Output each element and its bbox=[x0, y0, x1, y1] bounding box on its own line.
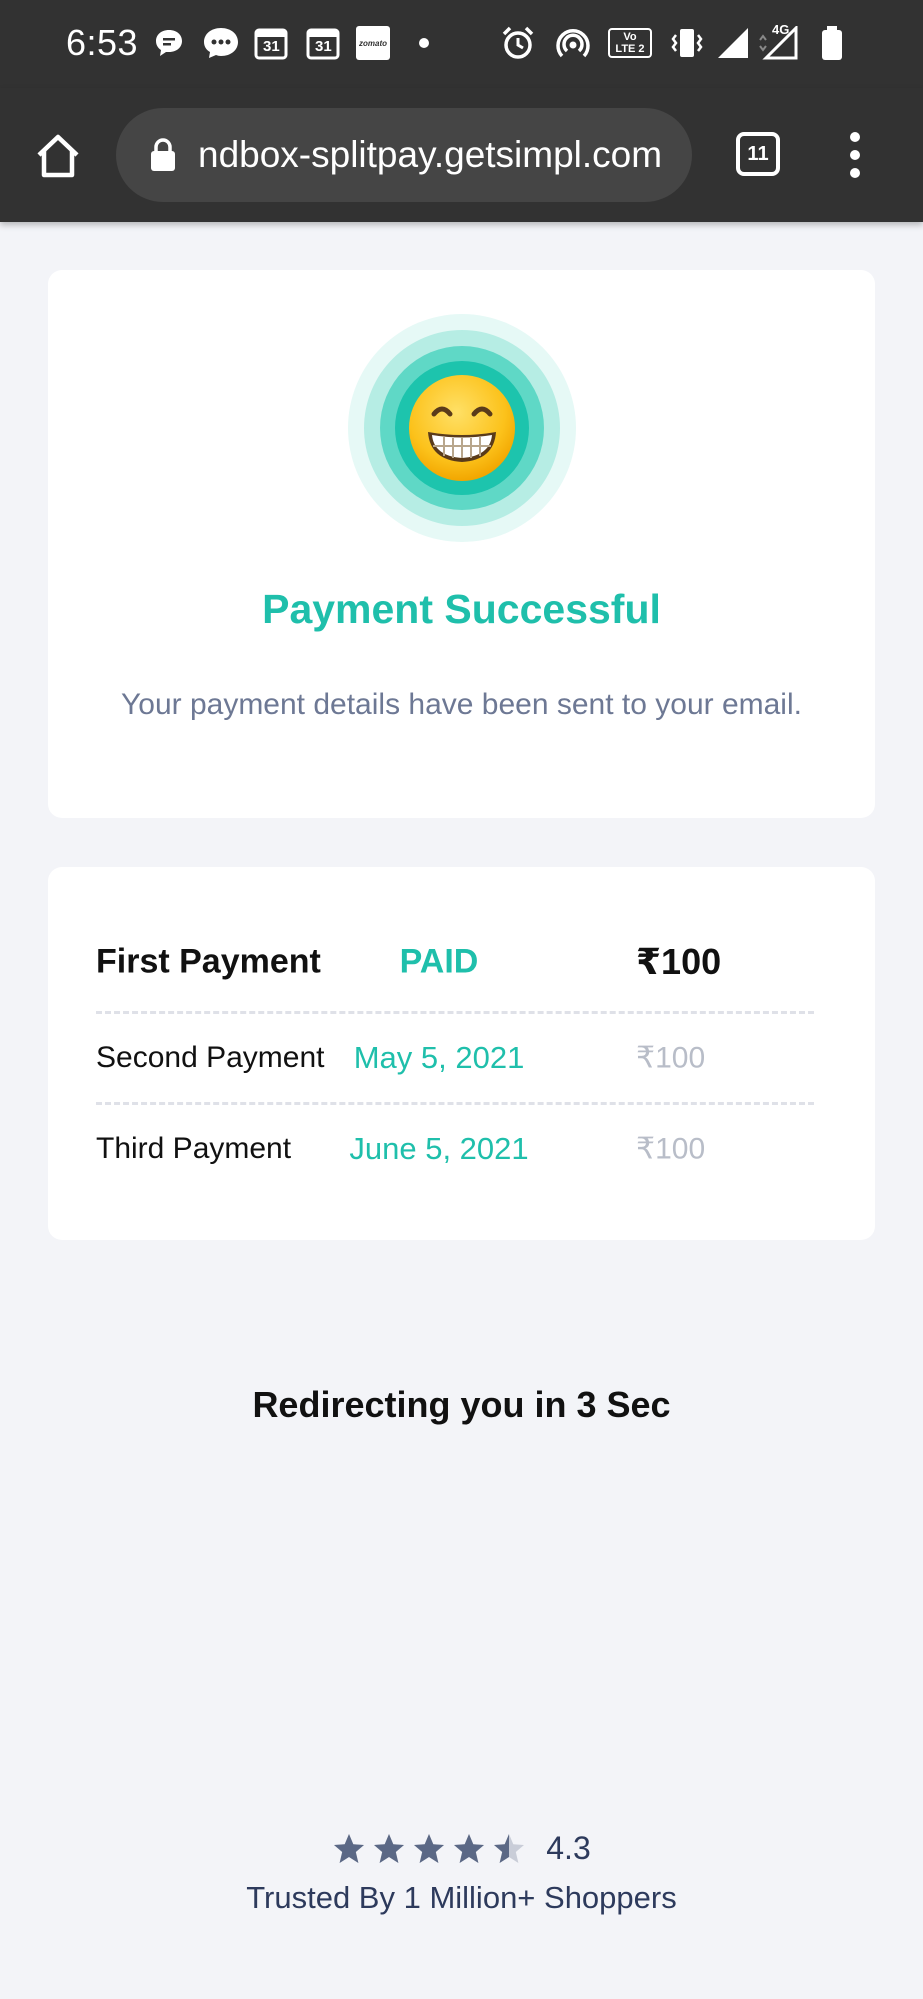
payment-amount: ₹100 bbox=[636, 1132, 706, 1166]
redirect-countdown: Redirecting you in 3 Sec bbox=[252, 1384, 671, 1425]
volte-line2: LTE 2 bbox=[615, 43, 645, 55]
calendar-day-label: 31 bbox=[315, 38, 332, 55]
payment-row: First Payment PAID ₹100 bbox=[96, 917, 814, 1007]
signal-icon bbox=[716, 26, 750, 60]
battery-icon bbox=[820, 26, 844, 60]
lock-icon bbox=[148, 136, 178, 174]
tab-count: 11 bbox=[747, 142, 769, 165]
grinning-face-emoji-icon bbox=[409, 375, 515, 481]
message-bubble-icon bbox=[154, 26, 184, 60]
alarm-icon bbox=[500, 26, 536, 60]
star-icon bbox=[414, 1833, 445, 1863]
payment-row: Third Payment June 5, 2021 ₹100 bbox=[96, 1104, 814, 1194]
address-bar[interactable]: ndbox-splitpay.getsimpl.com bbox=[116, 108, 692, 202]
payment-due-date: June 5, 2021 bbox=[349, 1131, 529, 1166]
payment-amount: ₹100 bbox=[636, 941, 722, 982]
payment-row: Second Payment May 5, 2021 ₹100 bbox=[96, 1013, 814, 1103]
url-text: ndbox-splitpay.getsimpl.com bbox=[198, 134, 663, 175]
more-menu-button[interactable] bbox=[842, 132, 868, 178]
star-icon bbox=[334, 1833, 365, 1863]
star-icon bbox=[454, 1833, 485, 1863]
volte-line1: Vo bbox=[623, 31, 637, 43]
tab-switcher-button[interactable]: 11 bbox=[736, 132, 780, 176]
status-bar: 6:53 31 31 zomato Vo LTE 2 4G bbox=[0, 0, 923, 88]
success-subtitle: Your payment details have been sent to y… bbox=[121, 688, 802, 721]
payment-label: Third Payment bbox=[96, 1132, 292, 1165]
payment-schedule-card: First Payment PAID ₹100 Second Payment M… bbox=[48, 867, 875, 1240]
rating-row: 4.3 bbox=[0, 1830, 923, 1867]
calendar-day-label: 31 bbox=[263, 38, 280, 55]
zomato-icon: zomato bbox=[356, 26, 390, 60]
rating-value: 4.3 bbox=[546, 1830, 591, 1866]
payment-amount: ₹100 bbox=[636, 1041, 706, 1075]
half-star-icon bbox=[494, 1833, 525, 1863]
success-title: Payment Successful bbox=[262, 586, 661, 632]
menu-dot-icon bbox=[850, 150, 860, 160]
menu-dot-icon bbox=[850, 168, 860, 178]
chat-icon bbox=[202, 26, 240, 60]
home-icon bbox=[37, 134, 79, 178]
network-label: 4G bbox=[772, 22, 790, 37]
browser-toolbar: ndbox-splitpay.getsimpl.com 11 bbox=[0, 88, 923, 222]
payment-success-card: Payment Successful Your payment details … bbox=[48, 270, 875, 818]
home-button[interactable] bbox=[32, 130, 84, 182]
menu-dot-icon bbox=[850, 132, 860, 142]
zomato-label: zomato bbox=[359, 38, 387, 48]
trusted-by-text: Trusted By 1 Million+ Shoppers bbox=[246, 1880, 677, 1915]
dot-icon bbox=[418, 26, 430, 60]
vibrate-icon bbox=[670, 26, 704, 60]
volte-icon: Vo LTE 2 bbox=[608, 26, 652, 60]
payment-label: First Payment bbox=[96, 942, 321, 981]
success-emoji-badge bbox=[348, 314, 576, 542]
payment-due-date: May 5, 2021 bbox=[353, 1040, 525, 1075]
payment-label: Second Payment bbox=[96, 1041, 325, 1074]
payment-status: PAID bbox=[399, 942, 479, 981]
hotspot-icon bbox=[556, 26, 590, 60]
star-rating bbox=[332, 1832, 532, 1866]
status-time: 6:53 bbox=[66, 22, 139, 63]
star-icon bbox=[374, 1833, 405, 1863]
